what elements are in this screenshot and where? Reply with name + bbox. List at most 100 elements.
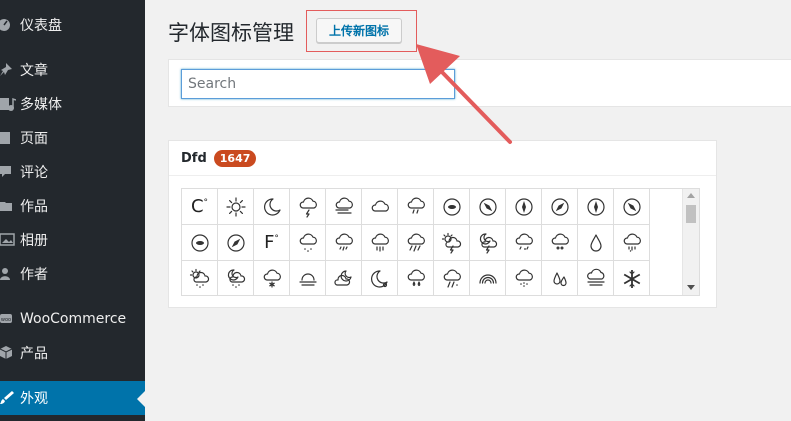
cloud-dots-icon <box>515 269 533 287</box>
cloud-snowflake-icon <box>263 269 281 288</box>
icon-set-header: Dfd 1647 <box>169 141 716 176</box>
icon-cell[interactable] <box>578 261 614 295</box>
wind-cloud-icon <box>334 197 353 214</box>
icon-cell[interactable] <box>578 225 614 261</box>
icon-cell[interactable] <box>290 261 326 295</box>
sidebar-item-dashboard[interactable]: 仪表盘 <box>0 8 145 42</box>
icon-cell[interactable] <box>470 261 506 295</box>
icon-cell[interactable] <box>290 225 326 261</box>
icon-grid-scrollbar[interactable] <box>682 189 699 295</box>
sidebar-item-label: 多媒体 <box>20 97 62 113</box>
sidebar-item-products[interactable]: 产品 <box>0 336 145 370</box>
sidebar-item-authors[interactable]: 作者 <box>0 257 145 291</box>
compass-ne-icon <box>550 197 569 216</box>
scroll-thumb[interactable] <box>686 205 696 223</box>
icon-cell[interactable] <box>434 261 470 295</box>
cloud-rain-heavy-icon <box>443 269 461 288</box>
icon-cell[interactable] <box>326 189 362 225</box>
cloud-fog-icon <box>586 268 605 286</box>
compass-south-icon <box>586 197 605 216</box>
icon-cell[interactable]: C° <box>182 189 218 225</box>
paintbrush-icon <box>0 391 20 405</box>
sidebar-item-label: 文章 <box>20 63 48 79</box>
icon-cell[interactable] <box>398 189 434 225</box>
sidebar-item-label: 仪表盘 <box>20 18 62 34</box>
sidebar-item-media[interactable]: 多媒体 <box>0 87 145 121</box>
compass-north-icon <box>514 197 533 216</box>
pin-icon <box>0 63 20 77</box>
degree-letter: F <box>264 232 275 253</box>
cloud-hail-icon <box>551 233 569 250</box>
sidebar-item-label: 外观 <box>20 391 48 407</box>
user-icon <box>0 267 20 281</box>
cloud-snow-rain-icon <box>515 233 533 250</box>
icon-cell[interactable] <box>398 225 434 261</box>
icon-cell[interactable] <box>362 261 398 295</box>
icon-cell[interactable] <box>218 225 254 261</box>
icon-cell[interactable]: F° <box>254 225 290 261</box>
icon-cell[interactable] <box>254 189 290 225</box>
icon-cell[interactable] <box>434 189 470 225</box>
icon-cell[interactable] <box>614 225 650 261</box>
search-input[interactable] <box>181 69 455 99</box>
icon-cell[interactable] <box>542 189 578 225</box>
folder-icon <box>0 199 20 213</box>
annotation-highlight-box <box>306 10 417 52</box>
sun-cloud-snow-icon <box>189 268 209 288</box>
icon-cell[interactable] <box>326 261 362 295</box>
icon-cell[interactable] <box>506 261 542 295</box>
page-title: 字体图标管理 <box>168 21 294 45</box>
icon-cell[interactable] <box>362 189 398 225</box>
scroll-down-arrow[interactable] <box>687 285 695 290</box>
gallery-icon <box>0 233 20 247</box>
scroll-up-arrow[interactable] <box>687 193 695 198</box>
page-icon <box>0 131 20 145</box>
degree-letter: C <box>190 196 204 217</box>
icon-cell[interactable] <box>542 261 578 295</box>
dashboard-icon <box>0 18 20 32</box>
raindrops-icon <box>552 271 567 286</box>
sidebar-item-pages[interactable]: 页面 <box>0 121 145 155</box>
icon-cell[interactable] <box>254 261 290 295</box>
icon-cell[interactable] <box>470 189 506 225</box>
degree-mark: ° <box>203 198 209 208</box>
icon-cell[interactable] <box>614 189 650 225</box>
icon-cell[interactable] <box>614 261 650 295</box>
snowflake-icon <box>623 269 640 288</box>
cloud-downpour-icon <box>407 233 425 252</box>
icon-cell[interactable] <box>434 225 470 261</box>
cloud-lightning-icon <box>299 197 317 218</box>
sidebar-item-woocommerce[interactable]: woo WooCommerce <box>0 302 145 336</box>
cloud-rain-icon <box>299 233 317 252</box>
degree-mark: ° <box>274 234 279 244</box>
compass-west-icon <box>190 233 209 252</box>
icon-cell[interactable] <box>326 225 362 261</box>
sidebar-item-posts[interactable]: 文章 <box>0 53 145 87</box>
icon-cell[interactable] <box>182 225 218 261</box>
fahrenheit-icon: F° <box>264 232 279 253</box>
moon-cloud-snow-icon <box>227 268 245 288</box>
sidebar-item-appearance[interactable]: 外观 <box>0 381 145 415</box>
cloud-sleet-icon <box>623 233 641 252</box>
icon-cell[interactable] <box>506 225 542 261</box>
icon-cell[interactable] <box>542 225 578 261</box>
icon-cell[interactable] <box>182 261 218 295</box>
icon-set-title: Dfd <box>181 150 207 166</box>
icon-cell[interactable] <box>506 189 542 225</box>
search-panel <box>168 59 791 107</box>
compass-sw-icon <box>226 233 245 252</box>
sidebar-item-comments[interactable]: 评论 <box>0 155 145 189</box>
icon-cell[interactable] <box>398 261 434 295</box>
sidebar-item-label: 作品 <box>20 199 48 215</box>
icon-cell[interactable] <box>362 225 398 261</box>
icon-cell[interactable] <box>470 225 506 261</box>
sun-icon <box>225 196 246 217</box>
sidebar-item-portfolio[interactable]: 作品 <box>0 189 145 223</box>
icon-cell[interactable] <box>578 189 614 225</box>
icon-cell[interactable] <box>218 261 254 295</box>
sidebar-item-gallery[interactable]: 相册 <box>0 223 145 257</box>
icon-cell[interactable] <box>218 189 254 225</box>
icon-cell[interactable] <box>290 189 326 225</box>
box-icon <box>0 346 20 360</box>
icon-count-badge: 1647 <box>213 149 257 167</box>
